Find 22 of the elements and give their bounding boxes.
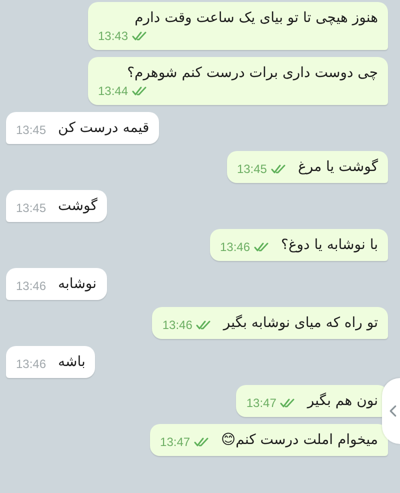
message-time: 13:46 [220, 239, 250, 255]
message-time: 13:45 [16, 200, 46, 216]
message-text: نوشابه [58, 275, 97, 294]
message-time: 13:44 [98, 83, 128, 99]
message-text: چی دوست داری برات درست کنم شوهرم؟ [127, 64, 378, 83]
message-time: 13:46 [16, 278, 46, 294]
message-text: میخوام املت درست کنم😊 [221, 431, 378, 450]
message-text: باشه [58, 353, 86, 372]
message-text: گوشت یا مرغ [298, 158, 378, 177]
message-text: نون هم بگیر [307, 392, 378, 411]
message-text: گوشت [58, 196, 98, 216]
message-time: 13:46 [162, 317, 192, 333]
message-text: تو راه که میای نوشابه بگیر [223, 314, 378, 333]
message-time: 13:47 [246, 395, 276, 411]
message-text: هنوز هیچی تا تو بیای یک ساعت وقت دارم [134, 9, 378, 28]
message-text: با نوشابه یا دوغ؟ [281, 236, 378, 255]
message-time: 13:46 [16, 356, 46, 372]
message-time: 13:43 [98, 28, 128, 44]
message-time: 13:45 [16, 122, 46, 138]
message-time: 13:47 [160, 434, 190, 450]
message-time: 13:45 [236, 161, 267, 177]
message-text: قیمه درست کن [58, 119, 150, 138]
